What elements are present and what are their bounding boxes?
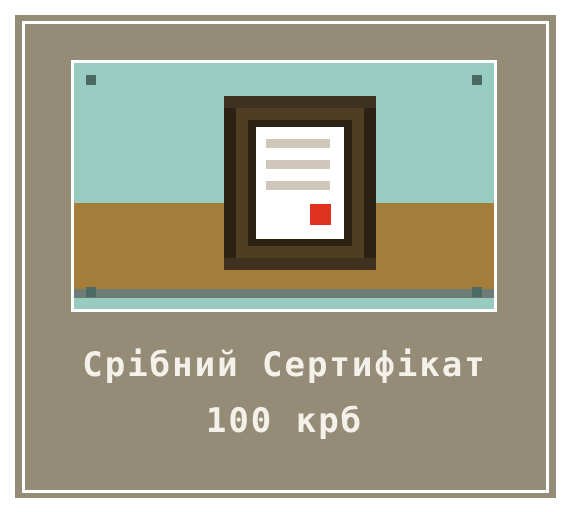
- certificate-scene: [74, 63, 494, 309]
- certificate-text-line: [266, 181, 330, 190]
- bottom-ledge: [74, 298, 494, 309]
- item-price: 100 крб: [205, 401, 364, 441]
- frame-shadow-right: [364, 108, 376, 258]
- screw-icon: [472, 75, 482, 85]
- certificate-text-line: [266, 139, 330, 148]
- screw-icon: [86, 75, 96, 85]
- item-image-frame: [71, 60, 497, 312]
- screw-icon: [472, 287, 482, 297]
- item-name: Срібний Сертифікат: [82, 345, 487, 385]
- certificate-text-line: [266, 160, 330, 169]
- certificate-seal-icon: [310, 204, 331, 225]
- table-edge: [74, 289, 494, 298]
- screw-icon: [86, 287, 96, 297]
- frame-shadow-left: [224, 108, 236, 258]
